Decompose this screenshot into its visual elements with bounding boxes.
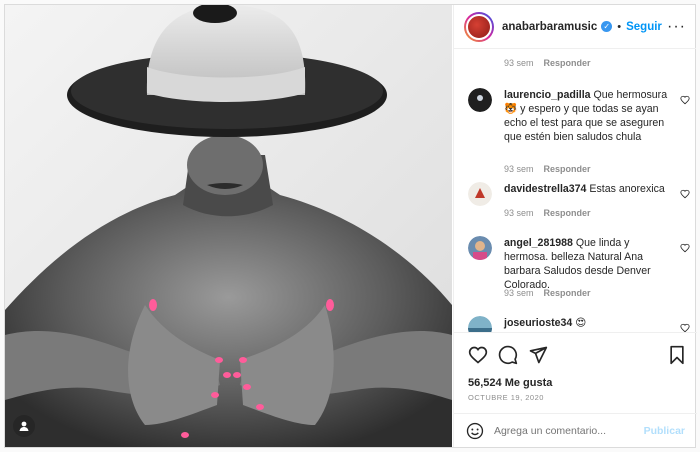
comment-username[interactable]: davidestrella374 [504,183,586,195]
share-icon[interactable] [528,345,548,365]
comment-input[interactable] [493,424,644,437]
previous-comment-meta: 93 sem Responder [504,58,591,68]
add-comment-bar: Publicar [454,413,697,447]
comment-time: 93 sem [504,164,534,174]
bookmark-icon[interactable] [667,345,687,365]
heart-icon[interactable] [468,345,488,365]
post-photo[interactable] [5,5,452,447]
emoji-icon[interactable] [466,422,484,440]
comment-text: davidestrella374 Estas anorexica [504,182,674,196]
comment-icon[interactable] [498,345,518,365]
avatar[interactable] [464,11,494,42]
publish-button[interactable]: Publicar [644,425,685,437]
reply-button[interactable]: Responder [544,288,591,298]
comment-meta: 93 sem Responder [504,164,591,174]
comment-time: 93 sem [504,288,534,298]
heart-icon[interactable] [680,95,690,105]
commenter-avatar[interactable] [468,316,492,332]
post-header: anabarbaramusic ✓ • Seguir ··· [454,5,696,49]
comment-username[interactable]: joseurioste34 [504,317,572,329]
comment-text: joseurioste34 😍 [504,316,674,330]
comment-body: Estas anorexica [589,183,665,195]
comments-list[interactable]: 93 sem Responder laurencio_padilla Que he… [454,50,697,332]
reply-button[interactable]: Responder [544,164,591,174]
comment-time: 93 sem [504,58,534,68]
user-tag-icon[interactable] [13,415,35,437]
commenter-avatar[interactable] [468,236,492,260]
post-side-panel: anabarbaramusic ✓ • Seguir ··· 93 sem Res… [453,5,697,447]
photo-image [5,5,452,447]
commenter-avatar[interactable] [468,182,492,206]
comment-time: 93 sem [504,208,534,218]
heart-icon[interactable] [680,323,690,332]
username[interactable]: anabarbaramusic [502,21,597,33]
post-container: anabarbaramusic ✓ • Seguir ··· 93 sem Res… [4,4,697,448]
commenter-avatar[interactable] [468,88,492,112]
comment-body: 😍 [575,317,587,329]
comment-meta: 93 sem Responder [504,288,591,298]
comment-username[interactable]: angel_281988 [504,237,573,249]
reply-button[interactable]: Responder [544,58,591,68]
page: anabarbaramusic ✓ • Seguir ··· 93 sem Res… [0,0,700,452]
post-date: OCTUBRE 19, 2020 [468,393,544,402]
more-options-icon[interactable]: ··· [667,18,686,36]
separator: • [617,20,622,33]
heart-icon[interactable] [680,189,690,199]
comment-meta: 93 sem Responder [504,208,591,218]
comment-text: laurencio_padilla Que hermosura 🐯 y espe… [504,88,674,144]
action-bar [454,332,697,374]
likes-count[interactable]: 56,524 Me gusta [468,377,552,389]
heart-icon[interactable] [680,243,690,253]
comment-username[interactable]: laurencio_padilla [504,89,591,101]
verified-badge-icon: ✓ [601,21,613,32]
reply-button[interactable]: Responder [544,208,591,218]
comment-text: angel_281988 Que linda y hermosa. bellez… [504,236,674,292]
follow-button[interactable]: Seguir [626,21,662,33]
